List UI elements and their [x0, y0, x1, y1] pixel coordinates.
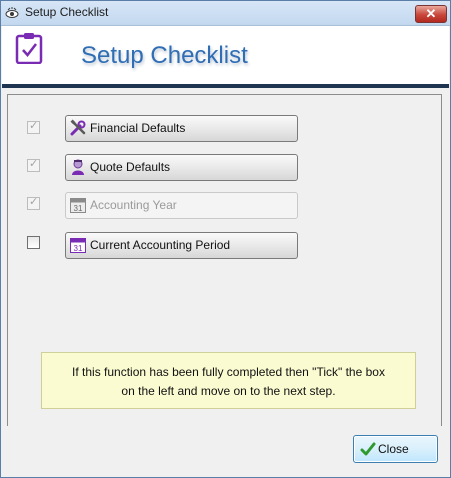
- svg-text:31: 31: [74, 244, 83, 253]
- setup-checklist-window: Setup Checklist ✕ Setup Checklist ✓ Fina…: [0, 0, 451, 478]
- svg-text:31: 31: [74, 204, 83, 213]
- current-accounting-period-button[interactable]: 31 Current Accounting Period: [65, 232, 298, 259]
- header-divider: [2, 84, 449, 88]
- current-accounting-period-checkbox[interactable]: [27, 236, 40, 249]
- window-close-button[interactable]: ✕: [415, 5, 447, 23]
- app-eye-icon: [5, 7, 19, 18]
- quote-defaults-button[interactable]: Quote Defaults: [65, 154, 298, 181]
- info-line-2: on the left and move on to the next step…: [121, 384, 336, 398]
- header-banner: Setup Checklist: [2, 26, 449, 84]
- checklist-panel: ✓ Financial Defaults ✓ Quote Defaults ✓: [7, 94, 442, 427]
- accounting-year-checkbox[interactable]: ✓: [27, 196, 40, 210]
- financial-defaults-label: Financial Defaults: [90, 121, 186, 135]
- quote-defaults-checkbox[interactable]: ✓: [27, 158, 40, 172]
- financial-defaults-button[interactable]: Financial Defaults: [65, 115, 298, 142]
- checkmark-icon: ✓: [29, 120, 39, 132]
- close-button-label: Close: [378, 442, 409, 456]
- page-title: Setup Checklist: [81, 42, 248, 69]
- checkmark-icon: ✓: [29, 158, 39, 170]
- calendar-icon: 31: [70, 198, 86, 213]
- accounting-year-label: Accounting Year: [90, 198, 177, 212]
- close-x-icon: ✕: [425, 6, 437, 21]
- financial-defaults-checkbox[interactable]: ✓: [27, 120, 40, 134]
- current-accounting-period-label: Current Accounting Period: [90, 238, 231, 252]
- close-button[interactable]: Close: [353, 435, 438, 463]
- info-message-box: If this function has been fully complete…: [41, 352, 416, 409]
- tools-icon: [70, 119, 86, 136]
- window-title: Setup Checklist: [25, 5, 109, 19]
- info-line-1: If this function has been fully complete…: [72, 365, 385, 379]
- info-message: If this function has been fully complete…: [42, 363, 415, 401]
- checkmark-icon: ✓: [29, 196, 39, 208]
- title-bar: Setup Checklist ✕: [1, 1, 450, 26]
- quote-defaults-label: Quote Defaults: [90, 160, 171, 174]
- accounting-year-button[interactable]: 31 Accounting Year: [65, 192, 298, 219]
- person-icon: [72, 159, 84, 175]
- calendar-icon: 31: [70, 238, 86, 253]
- green-check-icon: [360, 442, 376, 456]
- clipboard-check-icon: [15, 33, 43, 64]
